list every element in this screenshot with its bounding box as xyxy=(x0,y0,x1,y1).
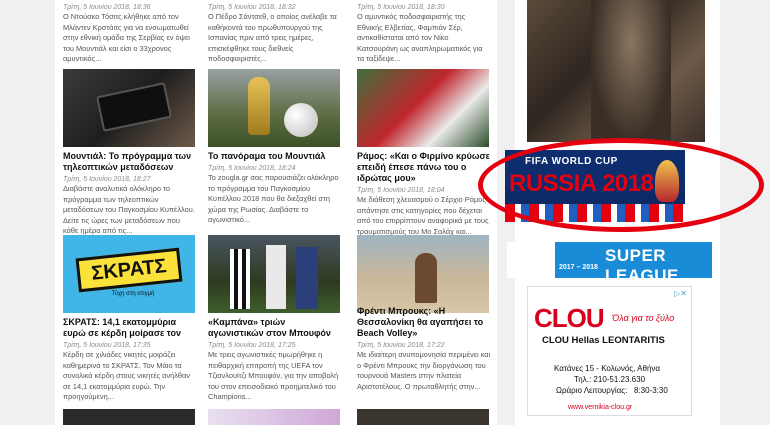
top-ad-banner[interactable] xyxy=(527,0,705,142)
clou-ad[interactable]: ▷✕ CLOU Όλα για το ξύλο CLOU Hellas LEON… xyxy=(527,286,692,416)
clou-tagline: Όλα για το ξύλο xyxy=(612,313,675,323)
article-title[interactable]: Το πανόραμα του Μουντιάλ 2018 xyxy=(208,151,342,162)
super-league-text: SUPER LEAGUE xyxy=(605,246,679,278)
article-excerpt: Με ιδιαίτερη ανυπομονησία περιμένει και … xyxy=(357,350,491,391)
article-date: Τρίτη, 5 Ιουνίου 2018, 17:25 xyxy=(208,342,296,349)
super-league-logo-icon xyxy=(507,242,555,278)
news-card[interactable]: Μουντιάλ: Το πρόγραμμα των τηλεοπτικών μ… xyxy=(63,151,197,236)
news-card[interactable]: «Καμπάνα» τριών αγωνιστικών στον Μπουφόν… xyxy=(208,317,342,402)
article-thumbnail[interactable] xyxy=(63,69,195,147)
news-grid: Τρίτη, 5 Ιουνίου 2018, 18:36 Ο Ντούσκο Τ… xyxy=(55,0,497,425)
article-title[interactable]: «Καμπάνα» τριών αγωνιστικών στον Μπουφόν xyxy=(208,317,342,339)
article-excerpt: Κέρδη σε χιλιάδες νικητές μοιράζει καθημ… xyxy=(63,350,190,401)
player-image xyxy=(266,245,286,309)
article-excerpt: Διαβάστε αναλυτικά ολόκληρο το πρόγραμμα… xyxy=(63,184,195,235)
article-title[interactable]: Μουντιάλ: Το πρόγραμμα των τηλεοπτικών μ… xyxy=(63,151,197,173)
article-date: Τρίτη, 5 Ιουνίου 2018, 17:22 xyxy=(357,342,445,349)
skrats-logo-text: ΣΚΡΑΤΣ xyxy=(75,247,183,293)
news-card[interactable]: Τρίτη, 5 Ιουνίου 2018, 18:30 Ο αμυντικός… xyxy=(357,3,491,65)
news-card[interactable]: Το πανόραμα του Μουντιάλ 2018 Τρίτη, 5 Ι… xyxy=(208,151,342,225)
news-card[interactable]: Ράμος: «Και ο Φιρμίνο κρύωσε επειδή έπεσ… xyxy=(357,151,491,237)
article-excerpt: Με διάθεση χλευασμού ο Σέρχιο Ράμος απάν… xyxy=(357,195,489,236)
adchoices-icon[interactable]: ▷✕ xyxy=(674,289,687,298)
article-thumbnail[interactable] xyxy=(357,409,489,425)
clou-hours-label: Ωράριο Λειτουργίας: xyxy=(556,386,628,395)
article-excerpt: Με τρεις αγωνιστικές τιμωρήθηκε η πειθαρ… xyxy=(208,350,339,401)
article-title[interactable]: Ράμος: «Και ο Φιρμίνο κρύωσε επειδή έπεσ… xyxy=(357,151,491,184)
player-image xyxy=(230,249,250,309)
article-date: Τρίτη, 5 Ιουνίου 2018, 18:04 xyxy=(357,187,445,194)
trophy-image xyxy=(248,77,270,135)
article-date: Τρίτη, 5 Ιουνίου 2018, 17:35 xyxy=(63,342,151,349)
tv-remote-image xyxy=(96,82,172,132)
article-date: Τρίτη, 5 Ιουνίου 2018, 18:32 xyxy=(208,4,296,11)
article-thumbnail[interactable] xyxy=(208,409,340,425)
clou-phone: Τηλ.: 210-51.23.630 xyxy=(574,375,646,384)
article-excerpt: Το zougla.gr σας παρουσιάζει ολόκληρο το… xyxy=(208,173,339,224)
highlight-oval xyxy=(478,138,764,232)
football-image xyxy=(284,103,318,137)
article-title[interactable]: ΣΚΡΑΤΣ: 14,1 εκατομμύρια ευρώ σε κέρδη μ… xyxy=(63,317,197,339)
article-excerpt: Ο αμυντικός ποδοσφαιριστής της Εθνικής Ε… xyxy=(357,12,483,63)
super-league-year: 2017 – 2018 xyxy=(559,264,598,271)
clou-brand: CLOU xyxy=(534,303,605,333)
news-card[interactable]: ΣΚΡΑΤΣ: 14,1 εκατομμύρια ευρώ σε κέρδη μ… xyxy=(63,317,197,402)
super-league-banner[interactable]: 2017 – 2018 SUPER LEAGUE xyxy=(507,242,712,278)
article-thumbnail[interactable] xyxy=(357,69,489,147)
article-thumbnail[interactable] xyxy=(357,235,489,313)
news-card[interactable]: Φρέντι Μπρουκς: «Η Θεσσαλονίκη θα αγαπήσ… xyxy=(357,306,491,402)
article-date: Τρίτη, 5 Ιουνίου 2018, 18:30 xyxy=(357,4,445,11)
clou-name: CLOU Hellas LEONTARITIS xyxy=(542,335,665,346)
clou-hours: 8:30-3:30 xyxy=(634,386,668,395)
article-excerpt: Ο Ντούσκο Τόσιτς κλήθηκε από τον Μλάντεν… xyxy=(63,12,190,63)
article-date: Τρίτη, 5 Ιουνίου 2018, 18:24 xyxy=(208,165,296,172)
article-date: Τρίτη, 5 Ιουνίου 2018, 18:27 xyxy=(63,176,151,183)
article-thumbnail[interactable] xyxy=(208,235,340,313)
skrats-logo-sub: Τύχη στη στιγμή xyxy=(111,291,155,297)
article-thumbnail[interactable] xyxy=(63,409,195,425)
referee-image xyxy=(296,247,318,309)
beach-volley-player-image xyxy=(415,253,437,303)
news-card[interactable]: Τρίτη, 5 Ιουνίου 2018, 18:36 Ο Ντούσκο Τ… xyxy=(63,3,197,65)
article-thumbnail[interactable] xyxy=(208,69,340,147)
news-card[interactable]: Τρίτη, 5 Ιουνίου 2018, 18:32 Ο Πέδρο Σάν… xyxy=(208,3,342,65)
clou-address: Κατάνες 15 - Κολωνός, Αθήνα xyxy=(554,364,661,373)
article-thumbnail[interactable]: ΣΚΡΑΤΣ Τύχη στη στιγμή xyxy=(63,235,195,313)
article-title[interactable]: Φρέντι Μπρουκς: «Η Θεσσαλονίκη θα αγαπήσ… xyxy=(357,306,491,339)
article-excerpt: Ο Πέδρο Σάντσεθ, ο οποίος ανέλαβε τα καθ… xyxy=(208,12,337,63)
portrait-image xyxy=(591,0,671,142)
article-date: Τρίτη, 5 Ιουνίου 2018, 18:36 xyxy=(63,4,151,11)
clou-url[interactable]: www.vernikia-clou.gr xyxy=(568,404,632,411)
